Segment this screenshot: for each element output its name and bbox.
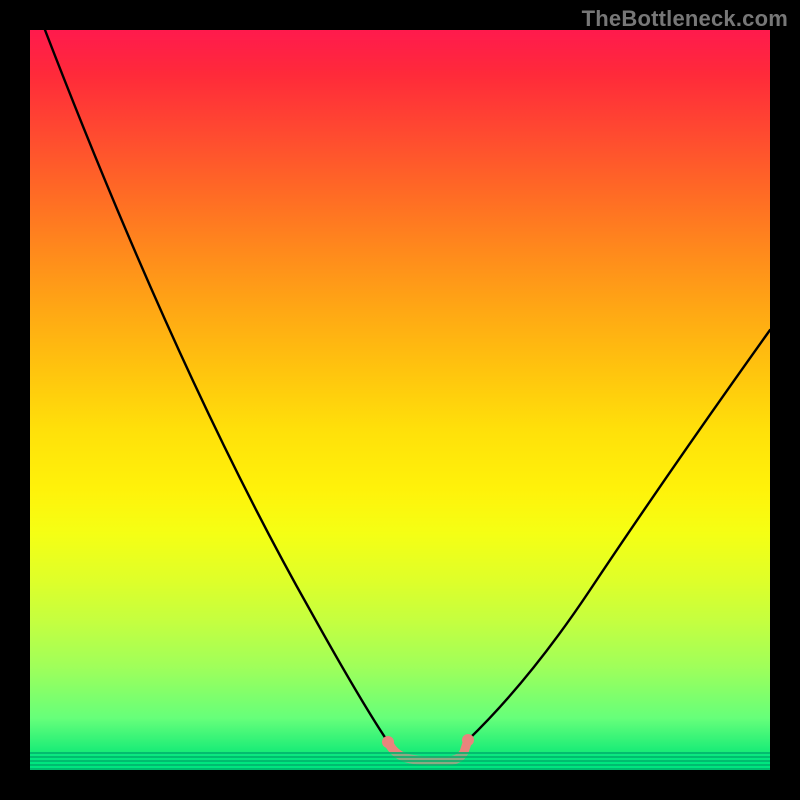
chart-frame: TheBottleneck.com bbox=[0, 0, 800, 800]
bottleneck-curve bbox=[30, 30, 770, 770]
plot-area bbox=[30, 30, 770, 770]
watermark-text: TheBottleneck.com bbox=[582, 6, 788, 32]
valley-marker bbox=[388, 740, 468, 761]
